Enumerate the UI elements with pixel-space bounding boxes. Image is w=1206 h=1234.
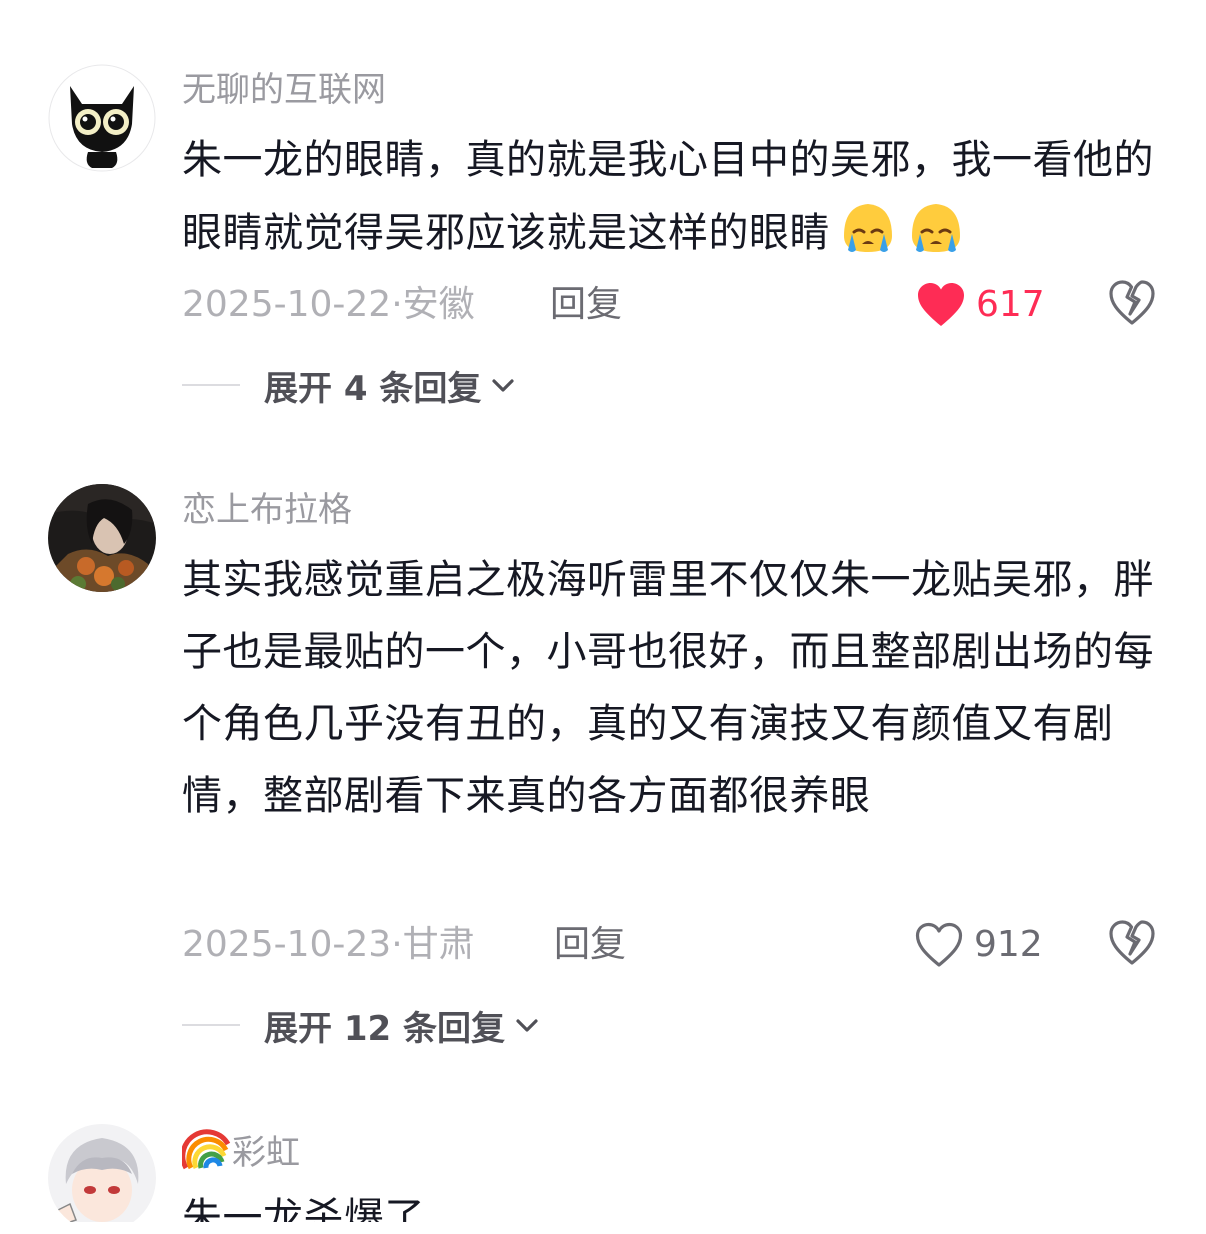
username-text: 彩虹 xyxy=(232,1133,300,1173)
comment-item: 彩虹 朱一龙杀爆了 xyxy=(0,0,1206,1222)
username[interactable]: 彩虹 xyxy=(180,1126,300,1175)
avatar[interactable] xyxy=(48,1124,156,1222)
comment-text: 朱一龙杀爆了 xyxy=(182,1182,1162,1222)
anime-avatar-image xyxy=(48,1124,156,1222)
comment-body: 朱一龙杀爆了 xyxy=(182,1195,425,1222)
rainbow-emoji xyxy=(180,1126,232,1170)
